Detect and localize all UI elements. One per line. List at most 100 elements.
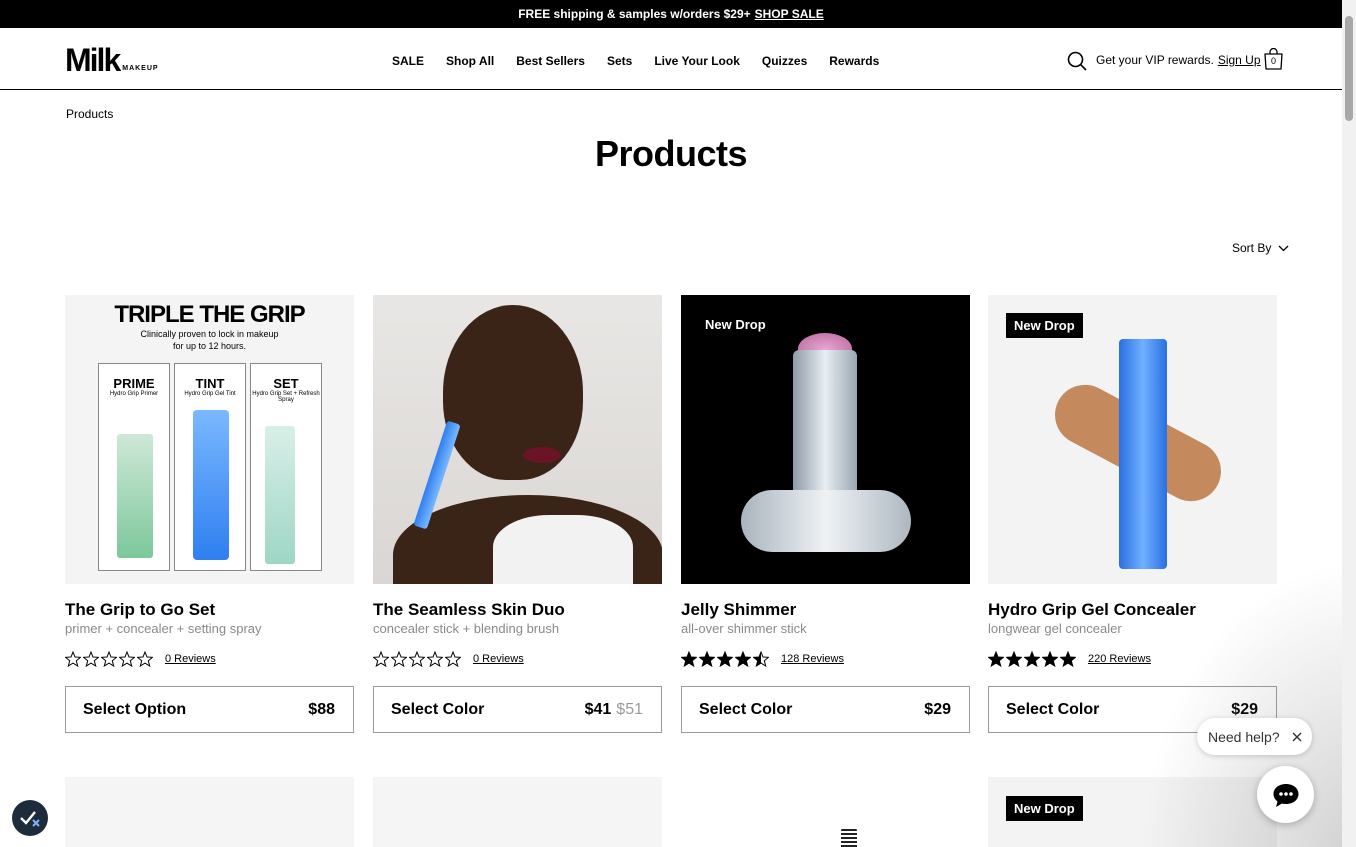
mascara-wand-icon [841,827,857,847]
nav-item-quizzes[interactable]: Quizzes [762,54,807,68]
model-lips [523,447,561,463]
original-price: $51 [616,700,643,718]
nav-item-live-your-look[interactable]: Live Your Look [654,54,740,68]
announcement-bar: FREE shipping & samples w/orders $29+ SH… [0,0,1342,28]
nav-item-sets[interactable]: Sets [607,54,632,68]
rating-stars: 220 Reviews [988,650,1277,668]
product-image-panels: PRIME Hydro Grip Primer TINT Hydro Grip … [98,363,322,571]
nav-item-rewards[interactable]: Rewards [829,54,879,68]
star-icon [65,651,81,667]
search-icon[interactable] [1067,51,1087,71]
scrollbar-thumb[interactable] [1345,16,1353,121]
sign-up-link[interactable]: Sign Up [1218,53,1261,67]
image-panel-set: SET Hydro Grip Set + Refresh Spray [250,363,322,571]
star-icon [735,651,751,667]
reviews-link[interactable]: 128 Reviews [781,653,844,665]
product-image-grip-to-go[interactable]: TRIPLE THE GRIP Clinically proven to loc… [65,295,354,584]
star-icon [1024,651,1040,667]
select-label: Select Color [391,700,485,718]
shimmer-tube [793,350,857,500]
model-top [493,515,633,584]
nav-item-shop-all[interactable]: Shop All [446,54,494,68]
product-card-image[interactable] [65,777,354,847]
star-icon [988,651,1004,667]
main-nav: SALE Shop All Best Sellers Sets Live You… [392,54,879,68]
star-icon [391,651,407,667]
star-icon [753,651,769,667]
product-card[interactable]: TRIPLE THE GRIP Clinically proven to loc… [65,295,354,733]
star-icon [101,651,117,667]
product-subtitle: primer + concealer + setting spray [65,621,262,636]
product-image-jelly-shimmer[interactable]: New Drop [681,295,970,584]
price: $88 [308,700,335,718]
select-label: Select Color [699,700,793,718]
tint-tube [193,410,229,560]
product-image-headline: TRIPLE THE GRIP [114,301,305,328]
page: FREE shipping & samples w/orders $29+ SH… [0,0,1342,847]
product-card[interactable]: The Seamless Skin Duo concealer stick + … [373,295,662,733]
rating-stars: 0 Reviews [65,650,354,668]
image-panel-tint: TINT Hydro Grip Gel Tint [174,363,246,571]
chat-button[interactable] [1257,766,1314,823]
page-scrollbar[interactable] [1342,0,1356,847]
product-card-image[interactable]: New Drop [988,777,1277,847]
product-card-image[interactable] [681,777,970,847]
breadcrumb[interactable]: Products [66,107,113,121]
star-icon [1042,651,1058,667]
image-panel-prime: PRIME Hydro Grip Primer [98,363,170,571]
product-name[interactable]: The Grip to Go Set [65,600,354,620]
page-title: Products [594,133,748,174]
star-icon [373,651,389,667]
price: $41 [584,700,612,718]
close-icon[interactable] [1292,732,1302,742]
nav-item-sale[interactable]: SALE [392,54,424,68]
shop-sale-link[interactable]: SHOP SALE [755,7,824,21]
select-label: Select Color [1006,700,1100,718]
product-name[interactable]: Jelly Shimmer [681,600,970,620]
reviews-link[interactable]: 0 Reviews [165,653,216,665]
product-image-hydro-grip-concealer[interactable]: New Drop [988,295,1277,584]
star-icon [1006,651,1022,667]
select-label: Select Option [83,700,187,718]
product-subtitle: concealer stick + blending brush [373,621,560,636]
need-help-bubble[interactable]: Need help? [1197,718,1312,755]
star-icon [427,651,443,667]
new-drop-badge: New Drop [705,317,766,332]
star-icon [445,651,461,667]
price: $29 [1231,700,1258,718]
vip-text: Get your VIP rewards. [1096,53,1214,67]
star-icon [717,651,733,667]
nav-item-best-sellers[interactable]: Best Sellers [516,54,585,68]
sort-dropdown[interactable]: Sort By [1232,241,1289,255]
select-color-button[interactable]: Select Color $41 $51 [373,686,662,733]
product-card[interactable]: New Drop Jelly Shimmer all-over shimmer … [681,295,970,733]
announcement-text: FREE shipping & samples w/orders $29+ [518,7,751,21]
reviews-link[interactable]: 220 Reviews [1088,653,1151,665]
product-image-seamless-skin-duo[interactable] [373,295,662,584]
chevron-down-icon [1278,245,1289,251]
star-icon [119,651,135,667]
product-name[interactable]: The Seamless Skin Duo [373,600,662,620]
product-image-caption: Clinically proven to lock in makeup for … [140,329,279,351]
need-help-text: Need help? [1208,728,1280,745]
model-head [443,305,583,480]
rating-stars: 0 Reviews [373,650,662,668]
sort-label: Sort By [1232,241,1272,255]
select-option-button[interactable]: Select Option $88 [65,686,354,733]
star-icon [83,651,99,667]
star-icon [699,651,715,667]
star-icon [409,651,425,667]
star-icon [137,651,153,667]
spray-bottle [265,426,295,564]
privacy-consent-button[interactable] [12,800,48,836]
primer-bottle [117,434,153,558]
product-name[interactable]: Hydro Grip Gel Concealer [988,600,1277,620]
checkmark-icon [20,811,40,827]
milk-makeup-logo[interactable]: Milk MAKEUP [65,44,159,76]
select-color-button[interactable]: Select Color $29 [681,686,970,733]
chat-bubble-icon [1273,783,1298,807]
reviews-link[interactable]: 0 Reviews [473,653,524,665]
product-card[interactable]: New Drop Hydro Grip Gel Concealer longwe… [988,295,1277,733]
price: $29 [924,700,951,718]
product-card-image[interactable] [373,777,662,847]
